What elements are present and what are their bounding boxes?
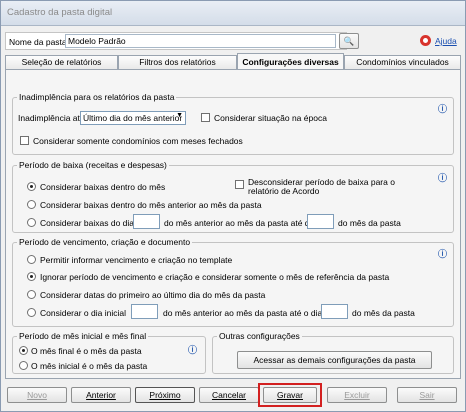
help-icon[interactable] (420, 35, 431, 46)
folder-name-label: Nome da pasta: (9, 37, 70, 47)
group-vencimento-title: Período de vencimento, criação e documen… (17, 237, 193, 247)
baixa-day-range-mid: do mês anterior ao mês da pasta até dia (164, 218, 317, 228)
delete-button-label: Excluir (344, 390, 370, 400)
baixa-option-month-radio[interactable] (27, 182, 36, 191)
venc-option-day-range-radio[interactable] (27, 308, 36, 317)
inadimplencia-until-select[interactable]: Último dia do mês anterior ▼ (80, 111, 186, 125)
month-initial-label: O mês inicial é o mês da pasta (31, 361, 148, 371)
venc-option-template-radio[interactable] (27, 255, 36, 264)
disregard-agreement-label-line2: relatório de Acordo (248, 186, 320, 196)
help-link[interactable]: Ajuda (435, 36, 457, 46)
venc-day-range-prefix: Considerar o dia inicial (40, 308, 126, 318)
tab-strip: Seleção de relatórios Filtros dos relató… (5, 53, 461, 70)
baixa-day-range-suffix: do mês da pasta (338, 218, 401, 228)
group-baixa-title: Período de baixa (receitas e despesas) (17, 160, 169, 170)
dialog-window: Cadastro da pasta digital Nome da pasta:… (0, 0, 466, 412)
group-vencimento: Período de vencimento, criação e documen… (12, 237, 454, 327)
disregard-agreement-checkbox[interactable] (235, 180, 244, 189)
new-button[interactable]: Novo (7, 387, 67, 403)
venc-end-day-input[interactable] (321, 304, 348, 319)
next-button[interactable]: Próximo (135, 387, 195, 403)
only-closed-label: Considerar somente condomínios com meses… (33, 136, 243, 146)
month-final-label: O mês final é o mês da pasta (31, 346, 142, 356)
next-button-label: Próximo (149, 390, 181, 400)
venc-option-reference-label: Ignorar período de vencimento e criação … (40, 272, 390, 282)
tab-report-filters[interactable]: Filtros dos relatórios (118, 55, 237, 69)
group-baixa: Período de baixa (receitas e despesas) ⓘ… (12, 160, 454, 233)
consider-epoch-label: Considerar situação na época (214, 113, 327, 123)
cancel-button[interactable]: Cancelar (199, 387, 259, 403)
inadimplencia-until-value: Último dia do mês anterior (83, 113, 183, 123)
venc-day-range-mid: do mês anterior ao mês da pasta até o di… (163, 308, 323, 318)
group-outras-title: Outras configurações (217, 331, 302, 341)
baixa-option-prev-month-label: Considerar baixas dentro do mês anterior… (40, 200, 262, 210)
delete-button[interactable]: Excluir (327, 387, 387, 403)
new-button-label: Novo (27, 390, 47, 400)
cancel-button-label: Cancelar (211, 390, 247, 400)
info-icon[interactable]: ⓘ (437, 173, 448, 184)
baixa-day-range-prefix: Considerar baixas do dia (40, 218, 135, 228)
venc-option-full-month-radio[interactable] (27, 290, 36, 299)
exit-button-label: Sair (419, 390, 435, 400)
baixa-option-day-range-radio[interactable] (27, 218, 36, 227)
previous-button[interactable]: Anterior (71, 387, 131, 403)
folder-name-row: Nome da pasta: Modelo Padrão 🔍 Ajuda (5, 32, 461, 51)
consider-epoch-checkbox[interactable] (201, 113, 210, 122)
previous-button-label: Anterior (86, 390, 116, 400)
window-title: Cadastro da pasta digital (7, 7, 113, 18)
info-icon[interactable]: ⓘ (187, 345, 198, 356)
only-closed-checkbox[interactable] (20, 136, 29, 145)
search-binoculars-button[interactable]: 🔍 (339, 33, 359, 49)
info-icon[interactable]: ⓘ (437, 249, 448, 260)
venc-option-reference-radio[interactable] (27, 272, 36, 281)
baixa-start-day-input[interactable] (133, 214, 160, 229)
group-inadimplencia: Inadimplência para os relatórios da past… (12, 92, 454, 155)
title-bar: Cadastro da pasta digital (1, 1, 465, 26)
info-icon[interactable]: ⓘ (437, 104, 448, 115)
group-periodo-mes-title: Período de mês inicial e mês final (17, 331, 149, 341)
folder-name-input[interactable]: Modelo Padrão (65, 34, 336, 48)
baixa-option-prev-month-radio[interactable] (27, 200, 36, 209)
group-periodo-mes: Período de mês inicial e mês final ⓘ O m… (12, 331, 206, 374)
month-initial-radio[interactable] (19, 361, 28, 370)
tab-linked-condos[interactable]: Condomínios vinculados (344, 55, 461, 69)
tab-misc-settings[interactable]: Configurações diversas (237, 53, 344, 70)
venc-day-range-suffix: do mês da pasta (352, 308, 415, 318)
group-inadimplencia-title: Inadimplência para os relatórios da past… (17, 92, 177, 102)
month-final-radio[interactable] (19, 346, 28, 355)
save-highlight-frame (258, 383, 322, 407)
folder-name-frame: Nome da pasta: Modelo Padrão (5, 32, 347, 50)
venc-option-full-month-label: Considerar datas do primeiro ao último d… (40, 290, 266, 300)
group-outras: Outras configurações Acessar as demais c… (212, 331, 454, 374)
tab-report-selection[interactable]: Seleção de relatórios (5, 55, 118, 69)
baixa-option-month-label: Considerar baixas dentro do mês (40, 182, 166, 192)
open-more-settings-button[interactable]: Acessar as demais configurações da pasta (237, 351, 432, 369)
inadimplencia-until-label: Inadimplência até (18, 113, 85, 123)
settings-panel: Inadimplência para os relatórios da past… (5, 69, 461, 379)
baixa-end-day-input[interactable] (307, 214, 334, 229)
exit-button[interactable]: Sair (397, 387, 457, 403)
venc-start-day-input[interactable] (131, 304, 158, 319)
venc-option-template-label: Permitir informar vencimento e criação n… (40, 255, 233, 265)
dropdown-arrow-icon: ▼ (176, 112, 183, 119)
binoculars-icon: 🔍 (343, 36, 355, 46)
